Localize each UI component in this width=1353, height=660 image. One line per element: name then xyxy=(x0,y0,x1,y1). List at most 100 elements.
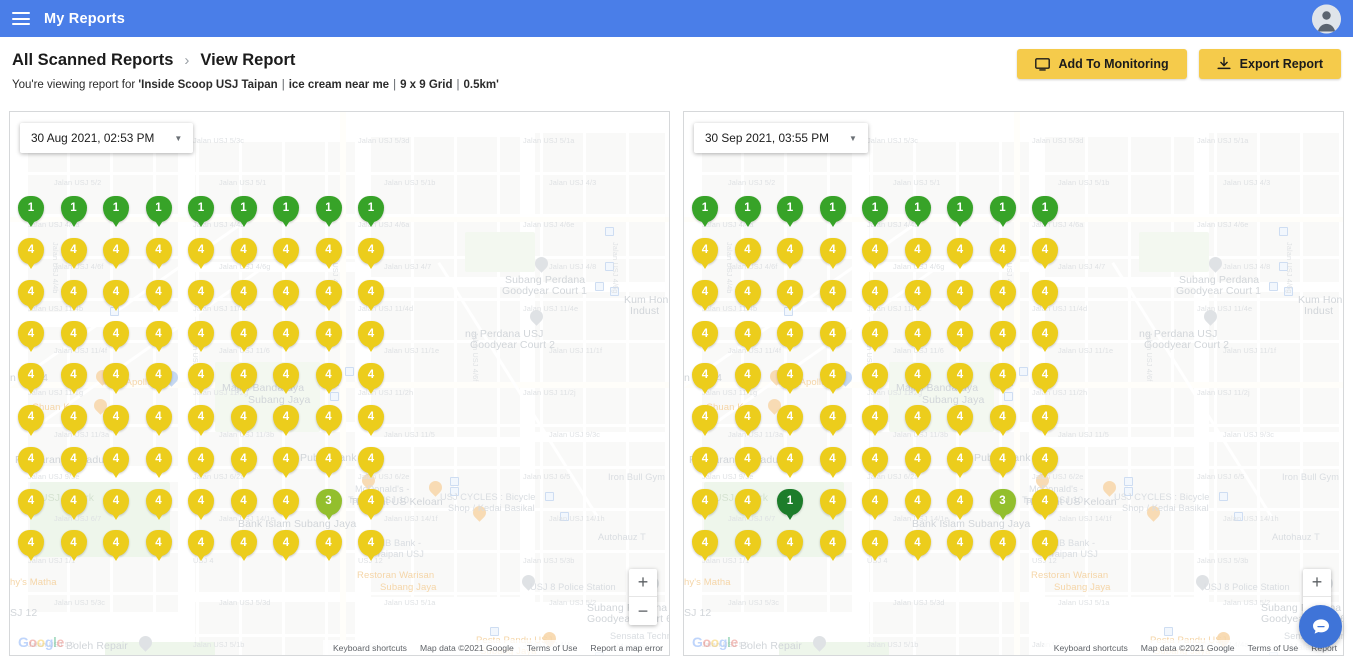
rank-marker[interactable]: 4 xyxy=(230,405,257,438)
rank-marker[interactable]: 4 xyxy=(904,363,931,396)
rank-marker[interactable]: 4 xyxy=(862,321,888,354)
rank-marker[interactable]: 4 xyxy=(60,530,87,563)
rank-marker[interactable]: 4 xyxy=(358,446,384,480)
rank-marker[interactable]: 4 xyxy=(60,446,87,480)
rank-marker[interactable]: 4 xyxy=(1032,446,1058,480)
rank-marker[interactable]: 1 xyxy=(734,196,761,229)
rank-marker[interactable]: 4 xyxy=(145,363,172,396)
rank-marker[interactable]: 1 xyxy=(819,196,846,229)
map-panel-right[interactable]: New Apollos Chuan Kee Majlis Bandaraya Suba… xyxy=(683,111,1344,656)
rank-marker[interactable]: 4 xyxy=(734,279,761,313)
rank-marker[interactable]: 4 xyxy=(692,530,718,563)
rank-marker[interactable]: 1 xyxy=(60,196,87,229)
rank-marker[interactable]: 1 xyxy=(188,196,214,229)
rank-marker[interactable]: 1 xyxy=(230,196,257,229)
rank-marker[interactable]: 4 xyxy=(18,363,44,396)
rank-marker[interactable]: 4 xyxy=(188,488,214,522)
rank-marker[interactable]: 4 xyxy=(989,279,1016,313)
rank-marker[interactable]: 4 xyxy=(734,237,761,271)
zoom-out-button[interactable]: − xyxy=(629,597,657,625)
rank-marker[interactable]: 4 xyxy=(230,279,257,313)
rank-marker[interactable]: 4 xyxy=(734,321,761,354)
hamburger-icon[interactable] xyxy=(12,12,30,25)
rank-marker[interactable]: 4 xyxy=(18,321,44,354)
rank-marker[interactable]: 4 xyxy=(273,488,299,522)
rank-marker[interactable]: 4 xyxy=(692,363,718,396)
rank-marker[interactable]: 4 xyxy=(1032,237,1058,271)
rank-marker[interactable]: 4 xyxy=(692,321,718,354)
rank-marker[interactable]: 1 xyxy=(273,196,299,229)
rank-marker[interactable]: 1 xyxy=(862,196,888,229)
rank-marker[interactable]: 4 xyxy=(1032,405,1058,438)
rank-marker[interactable]: 4 xyxy=(777,405,803,438)
rank-marker[interactable]: 4 xyxy=(188,405,214,438)
rank-marker[interactable]: 4 xyxy=(862,446,888,480)
rank-marker[interactable]: 1 xyxy=(692,196,718,229)
rank-marker[interactable]: 4 xyxy=(18,279,44,313)
rank-marker[interactable]: 1 xyxy=(1032,196,1058,229)
rank-marker[interactable]: 1 xyxy=(103,196,129,229)
rank-marker[interactable]: 4 xyxy=(777,279,803,313)
rank-marker[interactable]: 4 xyxy=(1032,321,1058,354)
rank-marker[interactable]: 4 xyxy=(947,530,973,563)
rank-marker[interactable]: 4 xyxy=(315,237,342,271)
rank-marker[interactable]: 4 xyxy=(862,405,888,438)
rank-marker[interactable]: 4 xyxy=(989,237,1016,271)
export-report-button[interactable]: Export Report xyxy=(1198,49,1341,79)
rank-marker[interactable]: 4 xyxy=(358,279,384,313)
rank-marker[interactable]: 4 xyxy=(273,405,299,438)
rank-marker[interactable]: 4 xyxy=(862,279,888,313)
rank-marker[interactable]: 4 xyxy=(103,446,129,480)
rank-marker[interactable]: 4 xyxy=(315,405,342,438)
rank-marker[interactable]: 4 xyxy=(734,405,761,438)
user-avatar-icon[interactable] xyxy=(1312,4,1341,33)
rank-marker[interactable]: 4 xyxy=(989,446,1016,480)
rank-marker[interactable]: 4 xyxy=(819,405,846,438)
rank-marker[interactable]: 1 xyxy=(315,196,342,229)
rank-marker[interactable]: 4 xyxy=(273,321,299,354)
rank-marker[interactable]: 4 xyxy=(188,279,214,313)
keyboard-shortcuts-link[interactable]: Keyboard shortcuts xyxy=(1054,643,1128,653)
rank-marker[interactable]: 4 xyxy=(60,279,87,313)
rank-marker[interactable]: 4 xyxy=(777,446,803,480)
rank-marker[interactable]: 4 xyxy=(358,488,384,522)
rank-marker[interactable]: 4 xyxy=(734,488,761,522)
rank-marker[interactable]: 4 xyxy=(103,321,129,354)
chat-bubble-icon[interactable] xyxy=(1299,605,1342,648)
rank-marker[interactable]: 4 xyxy=(188,237,214,271)
rank-marker[interactable]: 4 xyxy=(1032,363,1058,396)
rank-marker[interactable]: 4 xyxy=(145,321,172,354)
rank-marker[interactable]: 4 xyxy=(819,237,846,271)
rank-marker[interactable]: 4 xyxy=(862,530,888,563)
rank-marker[interactable]: 4 xyxy=(692,279,718,313)
rank-marker[interactable]: 3 xyxy=(989,488,1016,522)
rank-marker[interactable]: 4 xyxy=(904,405,931,438)
rank-marker[interactable]: 4 xyxy=(947,279,973,313)
rank-marker[interactable]: 4 xyxy=(819,321,846,354)
rank-marker[interactable]: 4 xyxy=(904,530,931,563)
rank-marker[interactable]: 4 xyxy=(692,405,718,438)
rank-marker[interactable]: 4 xyxy=(273,530,299,563)
rank-marker[interactable]: 4 xyxy=(315,279,342,313)
rank-marker[interactable]: 4 xyxy=(947,237,973,271)
map-panel-left[interactable]: New Apollos Chuan Kee Majlis Bandaraya Suba… xyxy=(9,111,670,656)
rank-marker[interactable]: 4 xyxy=(819,530,846,563)
rank-marker[interactable]: 1 xyxy=(358,196,384,229)
rank-marker[interactable]: 4 xyxy=(947,446,973,480)
rank-marker[interactable]: 4 xyxy=(188,321,214,354)
rank-marker[interactable]: 4 xyxy=(103,237,129,271)
rank-marker[interactable]: 4 xyxy=(989,530,1016,563)
rank-marker[interactable]: 4 xyxy=(1032,279,1058,313)
rank-marker[interactable]: 1 xyxy=(904,196,931,229)
rank-marker[interactable]: 4 xyxy=(819,279,846,313)
rank-marker[interactable]: 4 xyxy=(60,321,87,354)
rank-marker[interactable]: 4 xyxy=(60,237,87,271)
rank-marker[interactable]: 4 xyxy=(145,488,172,522)
rank-marker[interactable]: 4 xyxy=(358,405,384,438)
report-map-error-link[interactable]: Report a map error xyxy=(590,643,663,653)
rank-marker[interactable]: 4 xyxy=(904,446,931,480)
rank-marker[interactable]: 4 xyxy=(315,530,342,563)
rank-marker[interactable]: 4 xyxy=(862,237,888,271)
rank-marker[interactable]: 4 xyxy=(188,446,214,480)
rank-marker[interactable]: 4 xyxy=(819,363,846,396)
